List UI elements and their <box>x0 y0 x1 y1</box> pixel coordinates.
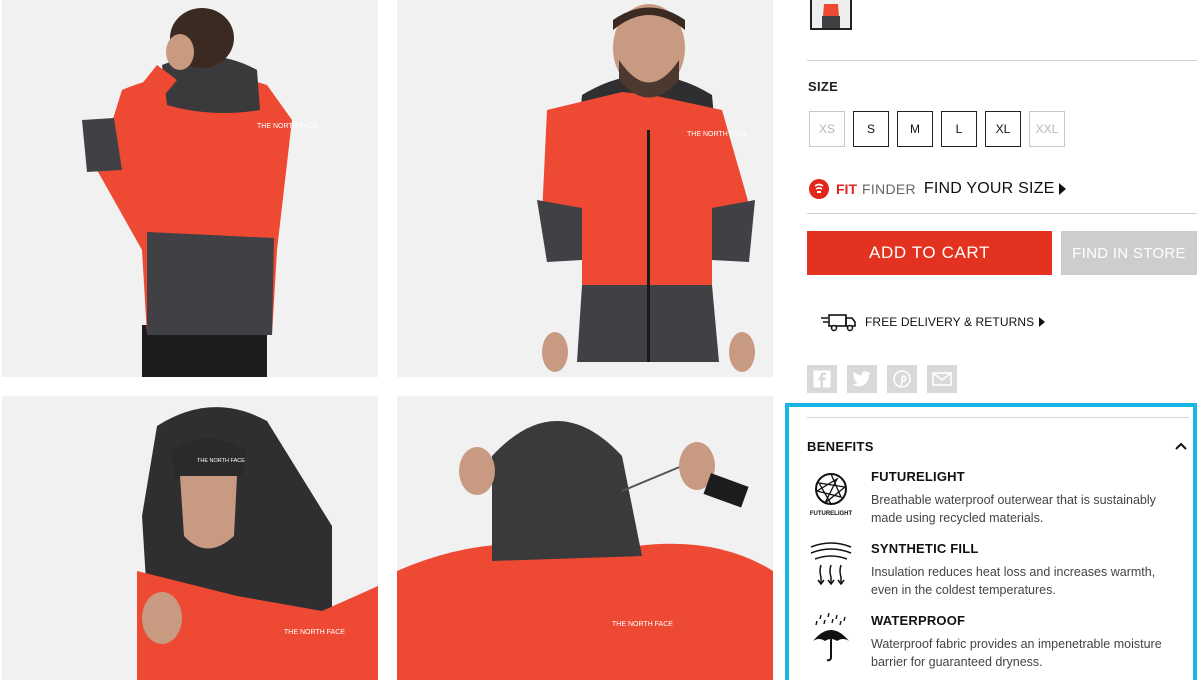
benefits-heading: BENEFITS <box>807 439 874 454</box>
facebook-icon[interactable] <box>807 365 837 393</box>
benefit-title: WATERPROOF <box>871 613 966 628</box>
benefit-description: Waterproof fabric provides an impenetrab… <box>871 637 1162 669</box>
free-delivery-link[interactable]: FREE DELIVERY & RETURNS <box>821 312 1046 332</box>
product-photo-hood-back[interactable]: THE NORTH FACE <box>397 396 773 680</box>
caret-right-icon <box>1039 317 1046 327</box>
divider <box>807 60 1197 61</box>
find-your-size-label: FIND YOUR SIZE <box>923 180 1055 197</box>
free-delivery-label: FREE DELIVERY & RETURNS <box>865 315 1035 329</box>
fit-finder-brand: FIT <box>836 181 857 197</box>
benefit-description: Insulation reduces heat loss and increas… <box>871 565 1156 597</box>
divider <box>807 417 1189 418</box>
product-photo-front[interactable]: THE NORTH FACE <box>397 0 773 377</box>
size-option-xxl[interactable]: XXL <box>1029 111 1065 147</box>
size-option-xl[interactable]: XL <box>985 111 1021 147</box>
delivery-truck-icon <box>821 314 856 332</box>
product-photo-hood-side[interactable]: THE NORTH FACE THE NORTH FACE <box>2 396 378 680</box>
product-photo-back[interactable]: THE NORTH FACE <box>2 0 378 377</box>
divider <box>807 213 1197 214</box>
email-icon[interactable] <box>927 365 957 393</box>
size-option-s[interactable]: S <box>853 111 889 147</box>
caret-right-icon <box>1059 183 1067 195</box>
futurelight-icon: FUTURELIGHT <box>807 469 855 523</box>
find-in-store-button[interactable]: FIND IN STORE <box>1061 231 1197 275</box>
twitter-icon[interactable] <box>847 365 877 393</box>
benefit-title: FUTURELIGHT <box>871 469 965 484</box>
umbrella-icon <box>807 612 855 667</box>
chevron-up-icon[interactable] <box>1175 437 1187 455</box>
svg-text:THE NORTH FACE: THE NORTH FACE <box>284 629 345 636</box>
pinterest-icon[interactable] <box>887 365 917 393</box>
fit-finder-icon <box>809 179 829 199</box>
benefit-title: SYNTHETIC FILL <box>871 541 979 556</box>
svg-text:THE NORTH FACE: THE NORTH FACE <box>257 123 318 130</box>
svg-text:THE NORTH FACE: THE NORTH FACE <box>197 458 245 464</box>
color-swatch-thumbnail[interactable] <box>810 0 852 30</box>
benefits-section: BENEFITS FUTURELIGHT FUTURELIGHT Breatha… <box>785 403 1197 680</box>
benefit-description: Breathable waterproof outerwear that is … <box>871 493 1156 525</box>
size-heading: SIZE <box>808 79 839 94</box>
add-to-cart-button[interactable]: ADD TO CART <box>807 231 1052 275</box>
fit-finder-link[interactable]: FIT FINDER FIND YOUR SIZE <box>809 178 1067 200</box>
futurelight-icon-caption: FUTURELIGHT <box>809 511 853 517</box>
synthetic-fill-icon <box>807 541 855 595</box>
svg-text:THE NORTH FACE: THE NORTH FACE <box>612 621 673 628</box>
size-option-xs[interactable]: XS <box>809 111 845 147</box>
fit-finder-brand-light: FINDER <box>862 181 916 197</box>
size-option-m[interactable]: M <box>897 111 933 147</box>
size-selector: XS S M L XL XXL <box>809 111 1065 147</box>
social-share <box>807 365 957 393</box>
svg-text:THE NORTH FACE: THE NORTH FACE <box>687 131 748 138</box>
size-option-l[interactable]: L <box>941 111 977 147</box>
